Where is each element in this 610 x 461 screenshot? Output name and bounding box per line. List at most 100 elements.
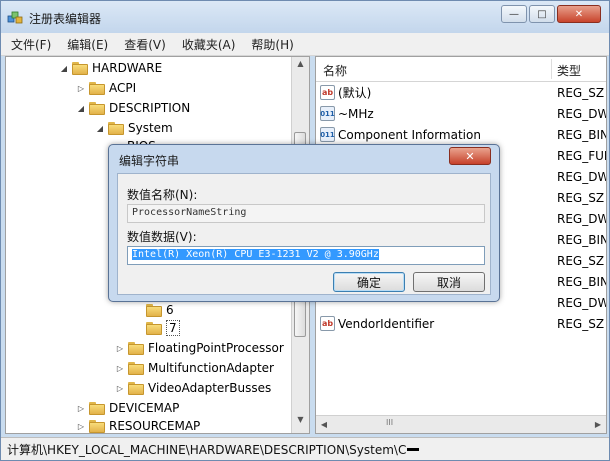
tree-item-7[interactable]: 7 (146, 319, 180, 337)
list-row[interactable]: 011 Component Information REG_BIN (320, 124, 607, 145)
tree-item-resourcemap[interactable]: ▷ RESOURCEMAP (76, 417, 201, 433)
tree-item-description[interactable]: ◢ DESCRIPTION (76, 99, 190, 117)
dialog-title: 编辑字符串 (119, 154, 180, 168)
minimize-button[interactable]: — (501, 5, 527, 23)
expander-collapsed-icon[interactable]: ▷ (76, 422, 86, 431)
tree-item-label: DEVICEMAP (109, 401, 180, 415)
folder-icon (128, 341, 144, 355)
dialog-close-button[interactable]: ✕ (449, 147, 491, 165)
folder-icon (89, 419, 105, 433)
value-name: ~MHz (338, 106, 374, 121)
folder-icon (128, 361, 144, 375)
value-type: REG_DW (557, 211, 607, 226)
folder-icon (72, 61, 88, 75)
binary-value-icon: 011 (320, 127, 335, 142)
value-data-input[interactable]: Intel(R) Xeon(R) CPU E3-1231 V2 @ 3.90GH… (127, 246, 485, 265)
expander-expanded-icon[interactable]: ◢ (59, 64, 69, 73)
list-horizontal-scrollbar[interactable]: ◀ III ▶ (316, 415, 606, 433)
status-path: 计算机\HKEY_LOCAL_MACHINE\HARDWARE\DESCRIPT… (7, 442, 407, 457)
folder-icon (128, 381, 144, 395)
menu-file[interactable]: 文件(F) (5, 36, 57, 53)
expander-collapsed-icon[interactable]: ▷ (115, 384, 125, 393)
tree-item-floatingpointprocessor[interactable]: ▷ FloatingPointProcessor (115, 339, 284, 357)
scroll-down-arrow-icon[interactable]: ▼ (292, 415, 309, 431)
value-name: Component Information (338, 127, 481, 142)
tree-item-devicemap[interactable]: ▷ DEVICEMAP (76, 399, 179, 417)
value-type: REG_SZ (557, 253, 605, 268)
tree-item-label: System (128, 121, 173, 135)
folder-icon (146, 321, 162, 335)
expander-expanded-icon[interactable]: ◢ (95, 124, 105, 133)
selected-text: Intel(R) Xeon(R) CPU E3-1231 V2 @ 3.90GH… (132, 249, 379, 260)
folder-icon (108, 121, 124, 135)
menu-favorites[interactable]: 收藏夹(A) (176, 36, 242, 53)
list-header: 名称 类型 (316, 57, 606, 82)
scroll-right-arrow-icon[interactable]: ▶ (590, 416, 606, 433)
menu-help[interactable]: 帮助(H) (245, 36, 299, 53)
menu-bar: 文件(F) 编辑(E) 查看(V) 收藏夹(A) 帮助(H) (1, 33, 609, 56)
folder-icon (89, 401, 105, 415)
folder-icon (89, 81, 105, 95)
edit-string-dialog: 编辑字符串 ✕ 数值名称(N): ProcessorNameString 数值数… (108, 144, 500, 302)
tree-item-videoadapterbusses[interactable]: ▷ VideoAdapterBusses (115, 379, 271, 397)
expander-expanded-icon[interactable]: ◢ (76, 104, 86, 113)
value-type: REG_DW (557, 169, 607, 184)
registry-editor-window: 注册表编辑器 — □ ✕ 文件(F) 编辑(E) 查看(V) 收藏夹(A) 帮助… (0, 0, 610, 461)
tree-item-system[interactable]: ◢ System (95, 119, 173, 137)
scroll-up-arrow-icon[interactable]: ▲ (292, 59, 309, 75)
expander-collapsed-icon[interactable]: ▷ (76, 84, 86, 93)
expander-collapsed-icon[interactable]: ▷ (115, 364, 125, 373)
folder-icon (89, 101, 105, 115)
value-type: REG_SZ (557, 190, 605, 205)
maximize-button[interactable]: □ (529, 5, 555, 23)
tree-item-hardware[interactable]: ◢ HARDWARE (59, 59, 162, 77)
string-value-icon: ab (320, 85, 335, 100)
tree-item-label: 6 (166, 303, 174, 317)
status-cursor (407, 447, 420, 451)
scroll-thumb-grip[interactable]: III (386, 418, 393, 427)
cancel-button[interactable]: 取消 (413, 272, 485, 292)
registry-app-icon (7, 11, 23, 24)
close-button[interactable]: ✕ (557, 5, 601, 23)
tree-item-label: HARDWARE (92, 61, 163, 75)
status-bar: 计算机\HKEY_LOCAL_MACHINE\HARDWARE\DESCRIPT… (1, 437, 609, 460)
value-type: REG_SZ (557, 85, 605, 100)
tree-item-label: DESCRIPTION (109, 101, 191, 115)
list-row[interactable]: 011 ~MHz REG_DW (320, 103, 607, 124)
column-divider[interactable] (551, 59, 552, 79)
value-name: (默认) (338, 86, 372, 100)
scroll-left-arrow-icon[interactable]: ◀ (316, 416, 332, 433)
string-value-icon: ab (320, 316, 335, 331)
value-type: REG_DW (557, 106, 607, 121)
value-data-label: 数值数据(V): (127, 230, 197, 244)
tree-item-label: FloatingPointProcessor (148, 341, 284, 355)
tree-item-label: RESOURCEMAP (109, 419, 201, 433)
binary-value-icon: 011 (320, 106, 335, 121)
title-bar[interactable]: 注册表编辑器 — □ ✕ (1, 1, 609, 33)
dialog-body: 数值名称(N): ProcessorNameString 数值数据(V): In… (117, 173, 491, 295)
value-type: REG_SZ (557, 316, 605, 331)
tree-item-label: VideoAdapterBusses (148, 381, 272, 395)
list-row[interactable]: ab VendorIdentifier REG_SZ (320, 313, 606, 334)
tree-item-multifunctionadapter[interactable]: ▷ MultifunctionAdapter (115, 359, 274, 377)
window-controls: — □ ✕ (501, 5, 601, 23)
tree-item-label: 7 (166, 320, 180, 336)
column-header-name[interactable]: 名称 (323, 62, 347, 79)
folder-icon (146, 303, 162, 317)
expander-collapsed-icon[interactable]: ▷ (115, 344, 125, 353)
menu-view[interactable]: 查看(V) (118, 36, 172, 53)
value-name-label: 数值名称(N): (127, 188, 198, 202)
value-type: REG_DW (557, 295, 607, 310)
value-name-field: ProcessorNameString (127, 204, 485, 223)
value-type: REG_BIN (557, 274, 607, 289)
ok-button[interactable]: 确定 (333, 272, 405, 292)
tree-item-acpi[interactable]: ▷ ACPI (76, 79, 136, 97)
expander-collapsed-icon[interactable]: ▷ (76, 404, 86, 413)
tree-item-6[interactable]: 6 (146, 301, 174, 319)
value-type: REG_BIN (557, 127, 607, 142)
value-type: REG_FUL (557, 148, 607, 163)
value-name: VendorIdentifier (338, 316, 435, 331)
column-header-type[interactable]: 类型 (557, 62, 581, 79)
menu-edit[interactable]: 编辑(E) (61, 36, 114, 53)
list-row[interactable]: ab (默认) REG_SZ (320, 82, 606, 103)
